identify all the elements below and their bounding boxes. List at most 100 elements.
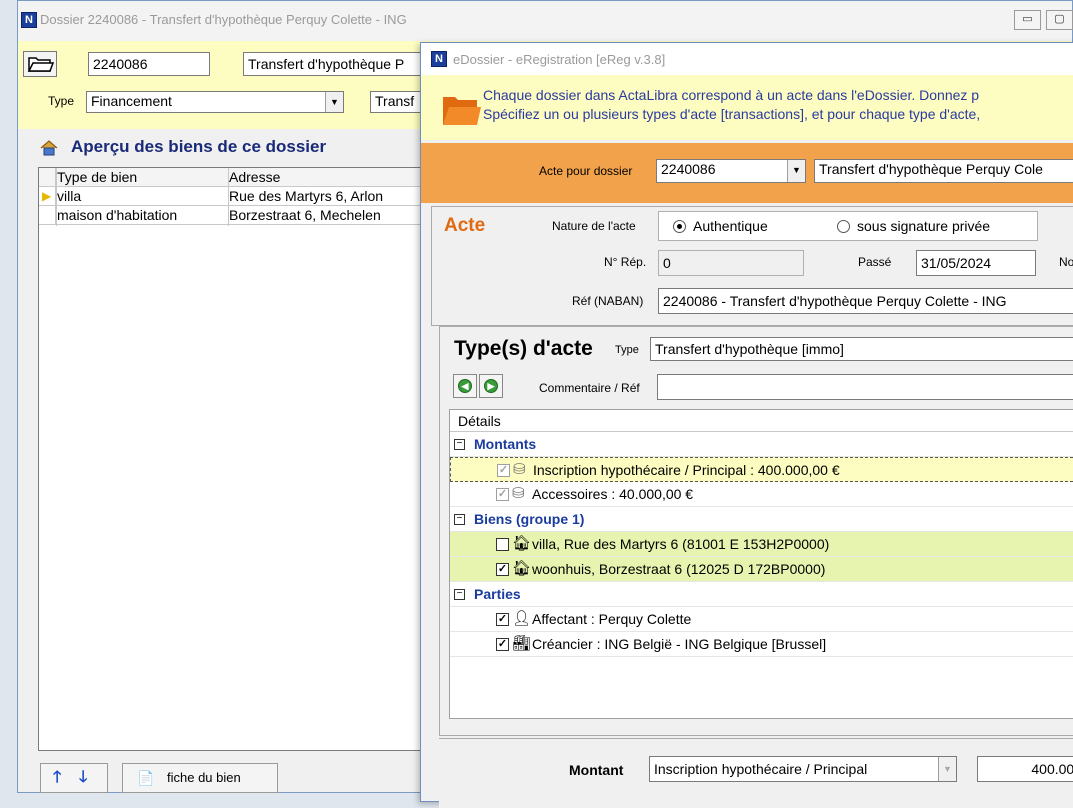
partie-checkbox[interactable]: ✓: [496, 613, 509, 626]
type-label: Type: [48, 94, 75, 108]
tree-item-bien[interactable]: 🏠︎ villa, Rue des Martyrs 6 (81001 E 153…: [450, 532, 1073, 557]
folder-open-icon: [27, 57, 55, 72]
dossier-description-field[interactable]: [243, 52, 443, 76]
bien-checkbox[interactable]: ✓: [496, 563, 509, 576]
bien-checkbox[interactable]: [496, 538, 509, 551]
row-selector-header: [39, 168, 56, 187]
montant-checkbox[interactable]: ✓: [497, 464, 510, 477]
montant-label: Montant: [569, 762, 624, 778]
move-buttons: 🡑 🡓: [40, 763, 108, 793]
arrow-up-icon[interactable]: 🡑: [53, 764, 61, 792]
nature-label: Nature de l'acte: [552, 219, 636, 233]
chevron-down-icon: ▼: [325, 92, 343, 112]
grid-divider: [56, 168, 57, 226]
montant-type-select[interactable]: Inscription hypothécaire / Principal ▼: [649, 756, 957, 782]
partie-checkbox[interactable]: ✓: [496, 638, 509, 651]
arrow-down-icon[interactable]: 🡓: [79, 764, 87, 792]
acte-pour-dossier-select[interactable]: 2240086 ▼: [656, 159, 806, 183]
tree-item-montant[interactable]: ✓ ⛁ Accessoires : 40.000,00 €: [450, 482, 1073, 507]
tree-group-parties[interactable]: − Parties: [450, 582, 1073, 607]
passe-date-field[interactable]: [916, 250, 1036, 276]
acte-heading: Acte: [444, 215, 486, 236]
nature-authentique-label: Authentique: [693, 218, 768, 234]
house-icon: 🏠︎: [512, 560, 532, 577]
tree-group-montants[interactable]: − Montants: [450, 432, 1073, 457]
comment-field[interactable]: [657, 374, 1073, 400]
column-header-type[interactable]: Type de bien: [57, 169, 137, 185]
add-type-button[interactable]: ◀: [453, 374, 477, 398]
comment-label: Commentaire / Réf: [539, 381, 640, 395]
column-header-address[interactable]: Adresse: [229, 169, 280, 185]
tree-item-label: villa, Rue des Martyrs 6 (81001 E 153H2P…: [532, 536, 830, 552]
ref-naban-field[interactable]: [658, 288, 1073, 314]
acte-group: Acte Nature de l'acte Authentique sous s…: [431, 206, 1073, 326]
info-text-line1: Chaque dossier dans ActaLibra correspond…: [483, 87, 980, 103]
acte-pour-dossier-label: Acte pour dossier: [539, 164, 633, 178]
montant-checkbox[interactable]: ✓: [496, 488, 509, 501]
person-icon: 👤︎: [512, 610, 532, 627]
tree-item-montant[interactable]: ✓ ⛁ Inscription hypothécaire / Principal…: [450, 457, 1073, 482]
tree-group-label: Montants: [474, 436, 537, 452]
nature-sous-seing-label: sous signature privée: [857, 218, 991, 234]
table-row[interactable]: maison d'habitation Borzestraat 6, Meche…: [39, 206, 434, 225]
table-row[interactable]: ▶ villa Rue des Martyrs 6, Arlon: [39, 187, 434, 206]
tree-item-partie[interactable]: ✓ 🏭︎ Créancier : ING België - ING Belgiq…: [450, 632, 1073, 657]
tree-group-label: Parties: [474, 586, 521, 602]
tree-item-label: Affectant : Perquy Colette: [532, 611, 692, 627]
nrep-label: N° Rép.: [604, 255, 647, 269]
biens-section-title: Aperçu des biens de ce dossier: [71, 137, 327, 156]
next-type-button[interactable]: ▶: [479, 374, 503, 398]
type-select[interactable]: Financement ▼: [86, 91, 344, 113]
app-logo-icon: N: [431, 51, 447, 67]
row-selector-current: ▶: [39, 187, 56, 206]
app-logo-icon: N: [21, 12, 37, 28]
house-icon: 🏠︎: [512, 535, 532, 552]
cell-type: maison d'habitation: [57, 207, 178, 223]
house-icon: [40, 140, 58, 156]
arrow-right-icon: ▶: [484, 379, 498, 393]
minimize-button[interactable]: ▭: [1014, 10, 1041, 30]
details-header: Détails: [450, 410, 1073, 432]
tree-group-label: Biens (groupe 1): [474, 511, 585, 527]
collapse-icon[interactable]: −: [454, 514, 465, 525]
montant-type-value: Inscription hypothécaire / Principal: [654, 761, 868, 777]
tree-item-partie[interactable]: ✓ 👤︎ Affectant : Perquy Colette: [450, 607, 1073, 632]
cell-address: Rue des Martyrs 6, Arlon: [229, 188, 384, 204]
types-heading: Type(s) d'acte: [454, 337, 593, 360]
info-panel: Chaque dossier dans ActaLibra correspond…: [421, 75, 1073, 140]
cell-address: Borzestraat 6, Mechelen: [229, 207, 381, 223]
nrep-field[interactable]: [658, 250, 804, 276]
type-select-value: Financement: [91, 93, 172, 109]
chevron-down-icon: ▼: [787, 160, 805, 182]
tree-item-label: Accessoires : 40.000,00 €: [532, 486, 694, 502]
grid-divider: [228, 168, 229, 226]
coins-icon: ⛁: [513, 461, 526, 478]
edossier-window-title: eDossier - eRegistration [eReg v.3.8]: [453, 52, 666, 67]
arrow-left-icon: ◀: [458, 379, 472, 393]
nature-authentique-radio[interactable]: [673, 220, 686, 233]
nature-sous-seing-radio[interactable]: [837, 220, 850, 233]
montant-amount-field[interactable]: [977, 756, 1073, 782]
tree-item-label: Créancier : ING België - ING Belgique [B…: [532, 636, 827, 652]
dossier-titlebar: N Dossier 2240086 - Transfert d'hypothèq…: [18, 1, 1073, 41]
tree-item-bien[interactable]: ✓ 🏠︎ woonhuis, Borzestraat 6 (12025 D 17…: [450, 557, 1073, 582]
open-folder-button[interactable]: [23, 51, 57, 77]
fiche-du-bien-button[interactable]: 📄 fiche du bien: [122, 763, 278, 793]
info-text-line2: Spécifiez un ou plusieurs types d'acte […: [483, 106, 981, 122]
type-label: Type: [615, 344, 639, 356]
tree-group-biens[interactable]: − Biens (groupe 1): [450, 507, 1073, 532]
collapse-icon[interactable]: −: [454, 589, 465, 600]
dossier-number-field[interactable]: [88, 52, 210, 76]
passe-label: Passé: [858, 255, 892, 269]
acte-pour-dossier-description: Transfert d'hypothèque Perquy Cole: [814, 159, 1073, 183]
maximize-button[interactable]: ▢: [1046, 10, 1073, 30]
acte-pour-dossier-band: Acte pour dossier 2240086 ▼ Transfert d'…: [421, 143, 1073, 203]
acte-type-field[interactable]: [650, 337, 1073, 361]
coins-icon: ⛁: [512, 485, 525, 502]
details-tree: Détails − Montants ✓ ⛁ Inscription hypot…: [449, 409, 1073, 719]
tree-item-label: Inscription hypothécaire / Principal : 4…: [533, 462, 840, 478]
biens-section-header: Aperçu des biens de ce dossier: [35, 129, 435, 167]
edossier-titlebar: N eDossier - eRegistration [eReg v.3.8]: [421, 43, 1073, 75]
collapse-icon[interactable]: −: [454, 439, 465, 450]
no-label: No: [1059, 255, 1073, 269]
